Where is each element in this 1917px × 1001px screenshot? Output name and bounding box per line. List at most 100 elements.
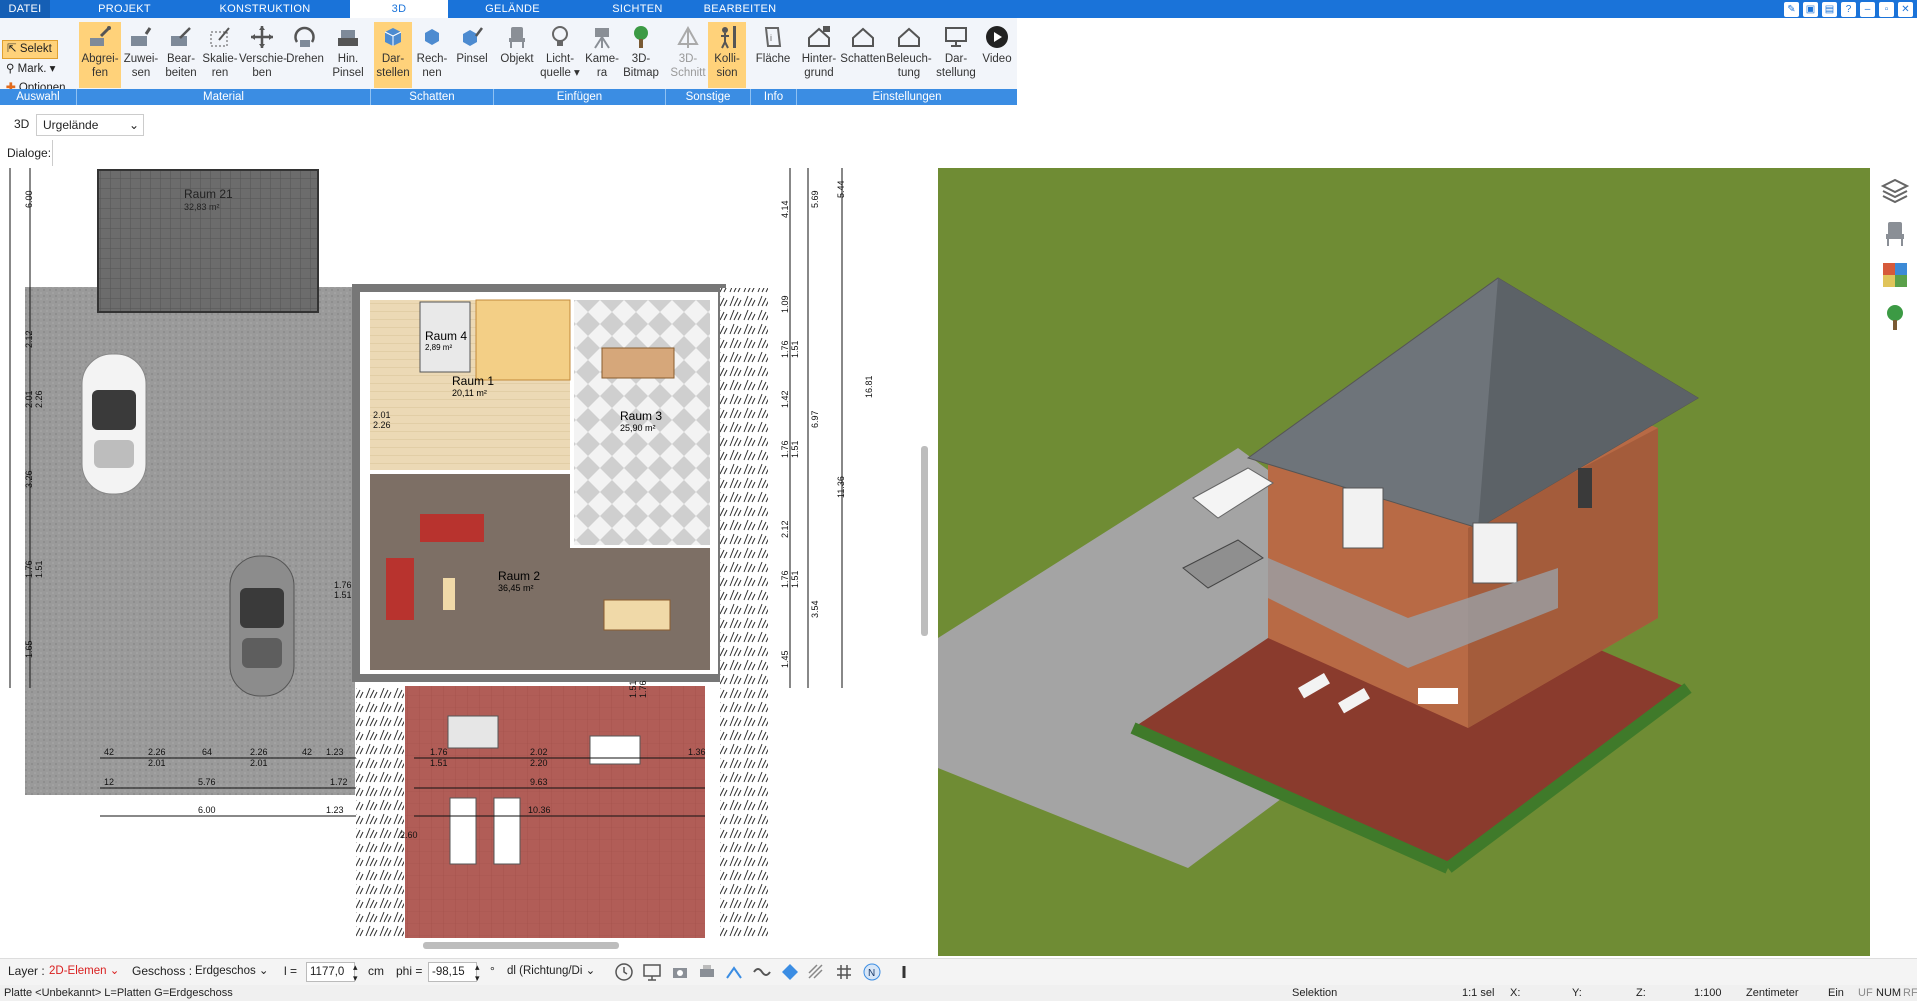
minimize-icon[interactable]: – bbox=[1860, 2, 1875, 17]
layer-select[interactable]: 2D-Elemen ⌄ bbox=[46, 962, 123, 980]
info-flaeche-button[interactable]: i Fläche bbox=[752, 22, 794, 88]
darstellung-button[interactable]: Dar-stellung bbox=[932, 22, 980, 88]
einfuegen-lichtquelle-button[interactable]: Licht-quelle ▾ bbox=[539, 22, 581, 88]
dim-label: 1.76 bbox=[780, 440, 790, 458]
layout-icon[interactable]: ▤ bbox=[1822, 2, 1837, 17]
camera-icon[interactable] bbox=[670, 962, 690, 982]
phi-stepper[interactable]: ▴ ▾ bbox=[475, 962, 480, 984]
sonstige-kollision-button[interactable]: Kolli-sion bbox=[708, 22, 746, 88]
dim-label: 1.51 bbox=[334, 590, 352, 600]
plan-horizontal-scrollbar[interactable] bbox=[423, 942, 619, 949]
bench bbox=[447, 715, 499, 749]
hintergrund-button[interactable]: Hinter-grund bbox=[798, 22, 840, 88]
tab-datei[interactable]: DATEI bbox=[0, 0, 50, 18]
tree-icon bbox=[634, 26, 648, 48]
palette-icon[interactable]: ▣ bbox=[1803, 2, 1818, 17]
tab-konstruktion[interactable]: KONSTRUKTION bbox=[190, 0, 340, 18]
paint-cube-icon bbox=[463, 27, 483, 46]
status-object-info: Platte <Unbekannt> L=Platten G=Erdgescho… bbox=[4, 987, 233, 999]
einfuegen-objekt-button[interactable]: Objekt bbox=[497, 22, 537, 88]
beleuchtung-button[interactable]: Beleuch-tung bbox=[886, 22, 932, 88]
ribbon-tab-bar: DATEI PROJEKT KONSTRUKTION 3D GELÄNDE SI… bbox=[0, 0, 1917, 18]
plan-vertical-scrollbar[interactable] bbox=[921, 446, 928, 636]
monitor-icon[interactable] bbox=[642, 962, 662, 982]
room-area: 32,83 m² bbox=[184, 202, 220, 212]
label-l2: tung bbox=[897, 67, 921, 79]
schatten-darstellen-button[interactable]: Dar-stellen bbox=[374, 22, 412, 88]
eyedropper-icon bbox=[90, 26, 111, 46]
status-y: Y: bbox=[1572, 987, 1582, 999]
video-button[interactable]: Video bbox=[980, 22, 1014, 88]
materials-icon[interactable] bbox=[1880, 260, 1910, 290]
diamond-icon[interactable] bbox=[780, 962, 800, 982]
print-icon[interactable] bbox=[697, 962, 717, 982]
hatch-icon[interactable] bbox=[806, 962, 826, 982]
select-button[interactable]: ⇱ Selekt bbox=[2, 40, 58, 59]
maximize-icon[interactable]: ▫ bbox=[1879, 2, 1894, 17]
grid-icon[interactable] bbox=[834, 962, 854, 982]
wave-icon[interactable] bbox=[752, 962, 772, 982]
hin-pinsel-button[interactable]: Hin. Pinsel bbox=[327, 22, 369, 88]
mark-button[interactable]: ⚲ Mark. ▾ bbox=[2, 61, 74, 78]
phi-input[interactable]: -98,15 bbox=[428, 962, 477, 982]
plants-icon[interactable] bbox=[1880, 302, 1910, 332]
north-icon[interactable]: N bbox=[862, 962, 882, 982]
length-stepper[interactable]: ▴ ▾ bbox=[353, 962, 358, 984]
tab-gelaende[interactable]: GELÄNDE bbox=[450, 0, 575, 18]
3d-view[interactable] bbox=[938, 168, 1870, 956]
label-l1: Objekt bbox=[500, 53, 534, 65]
dim-label: 12 bbox=[104, 777, 114, 787]
terrain-combo[interactable]: Urgelände ⌄ bbox=[36, 114, 144, 136]
material-drehen-button[interactable]: Drehen bbox=[285, 22, 325, 88]
label-l2: ren bbox=[211, 67, 229, 79]
schatten-einstellung-button[interactable]: Schatten bbox=[840, 22, 886, 88]
material-bearbeiten-button[interactable]: Bear-beiten bbox=[161, 22, 201, 88]
schatten-rechnen-button[interactable]: Rech-nen bbox=[414, 22, 450, 88]
close-icon[interactable]: ✕ bbox=[1898, 2, 1913, 17]
3d-render-canvas[interactable] bbox=[938, 168, 1870, 956]
unit-label: cm bbox=[368, 964, 384, 978]
label-l1: Hin. bbox=[337, 53, 359, 65]
floor-plan-canvas[interactable]: Raum 21 32,83 m² Raum 4 2,89 m² Raum 1 2… bbox=[0, 168, 919, 938]
status-flag-uf: UF bbox=[1858, 987, 1873, 999]
tab-bearbeiten[interactable]: BEARBEITEN bbox=[700, 0, 780, 18]
angle-icon[interactable] bbox=[724, 962, 744, 982]
schatten-pinsel-button[interactable]: Pinsel bbox=[452, 22, 492, 88]
status-unit: Zentimeter bbox=[1746, 987, 1799, 999]
layers-icon[interactable] bbox=[1880, 176, 1910, 206]
more-icon[interactable] bbox=[894, 962, 914, 982]
tab-projekt[interactable]: PROJEKT bbox=[62, 0, 187, 18]
material-verschieben-button[interactable]: Verschie-ben bbox=[239, 22, 287, 88]
dim-label: 1.51 bbox=[790, 440, 800, 458]
dim-label: 2.26 bbox=[373, 420, 391, 430]
einfuegen-3d-bitmap-button[interactable]: 3D- Bitmap bbox=[622, 22, 660, 88]
dim-label: 5.76 bbox=[198, 777, 216, 787]
dim-label: 42 bbox=[104, 747, 114, 757]
background-house-icon bbox=[808, 26, 830, 47]
clock-icon[interactable] bbox=[614, 962, 634, 982]
label-l1: Bear- bbox=[166, 53, 196, 65]
camera-tripod-icon bbox=[594, 28, 610, 49]
tab-3d[interactable]: 3D bbox=[350, 0, 448, 18]
dim-label: 1.51 bbox=[628, 680, 638, 698]
furniture-icon[interactable] bbox=[1880, 218, 1910, 248]
label-l1: Kame- bbox=[585, 53, 619, 65]
tools-icon[interactable]: ✎ bbox=[1784, 2, 1799, 17]
layer-select-value: 2D-Elemen bbox=[49, 965, 107, 977]
floor-plan-view[interactable]: Raum 21 32,83 m² Raum 4 2,89 m² Raum 1 2… bbox=[0, 168, 919, 938]
material-skalieren-button[interactable]: Skalie-ren bbox=[201, 22, 239, 88]
material-abgreifen-button[interactable]: Abgrei-fen bbox=[79, 22, 121, 88]
help-icon[interactable]: ? bbox=[1841, 2, 1856, 17]
material-zuweisen-button[interactable]: Zuwei-sen bbox=[121, 22, 161, 88]
group-einstellungen: Einstellungen bbox=[872, 91, 942, 103]
direction-select[interactable]: dl (Richtung/Di ⌄ bbox=[504, 962, 601, 980]
einfuegen-kamera-button[interactable]: Kame-ra bbox=[584, 22, 620, 88]
shadow-cube-icon bbox=[384, 28, 402, 46]
tab-sichten[interactable]: SICHTEN bbox=[575, 0, 700, 18]
geschoss-select[interactable]: Erdgeschos ⌄ bbox=[192, 962, 269, 980]
sonstige-3d-schnitt-button[interactable]: 3D- Schnitt bbox=[668, 22, 708, 88]
3d-garden-table bbox=[1418, 688, 1458, 704]
brush-icon bbox=[338, 30, 358, 46]
length-input[interactable]: 1177,0 bbox=[306, 962, 355, 982]
dim-label: 10.36 bbox=[528, 805, 551, 815]
